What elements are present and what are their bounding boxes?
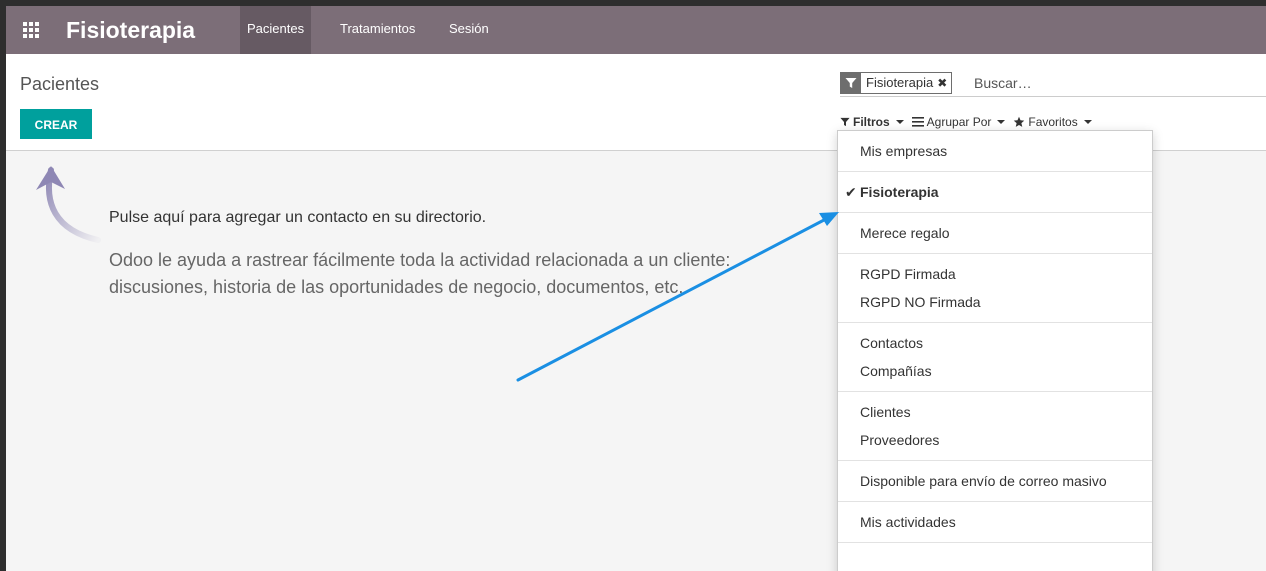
- search-options: Filtros Agrupar Por Favoritos: [840, 115, 1092, 129]
- caret-down-icon: [1083, 120, 1092, 124]
- breadcrumb: Pacientes: [20, 74, 100, 94]
- app-brand[interactable]: Fisioterapia: [66, 14, 195, 46]
- filter-item-contactos[interactable]: Contactos: [838, 329, 1152, 357]
- apps-grid-icon[interactable]: [20, 19, 42, 41]
- help-title: Pulse aquí para agregar un contacto en s…: [109, 209, 487, 226]
- filter-item-correo-masivo[interactable]: Disponible para envío de correo masivo: [838, 467, 1152, 495]
- filter-group: ✔ Fisioterapia: [838, 172, 1152, 213]
- filter-group: Clientes Proveedores: [838, 392, 1152, 461]
- filter-item-rgpd-no-firmada[interactable]: RGPD NO Firmada: [838, 288, 1152, 316]
- caret-down-icon: [895, 120, 904, 124]
- filter-item-mis-actividades[interactable]: Mis actividades: [838, 508, 1152, 536]
- check-icon: ✔: [845, 184, 857, 200]
- search-bar: Fisioterapia ✖: [840, 70, 1266, 97]
- filter-item-rgpd-firmada[interactable]: RGPD Firmada: [838, 260, 1152, 288]
- filter-group: Merece regalo: [838, 213, 1152, 254]
- filter-group: Mis actividades: [838, 502, 1152, 543]
- star-icon: [1014, 116, 1025, 127]
- filter-item-proveedores[interactable]: Proveedores: [838, 426, 1152, 454]
- search-facet-label: Fisioterapia: [866, 75, 934, 90]
- filter-group: Contactos Compañías: [838, 323, 1152, 392]
- top-navbar: Fisioterapia Pacientes Tratamientos Sesi…: [6, 6, 1266, 54]
- menu-item-sesion[interactable]: Sesión: [442, 6, 496, 54]
- favorites-toggle[interactable]: Favoritos: [1013, 115, 1092, 129]
- filter-group: Disponible para envío de correo masivo: [838, 461, 1152, 502]
- filter-item-label: Fisioterapia: [860, 184, 939, 200]
- filter-item-merece-regalo[interactable]: Merece regalo: [838, 219, 1152, 247]
- menu-item-tratamientos[interactable]: Tratamientos: [333, 6, 422, 54]
- filter-item-companias[interactable]: Compañías: [838, 357, 1152, 385]
- filter-icon: [841, 73, 861, 93]
- search-facet: Fisioterapia ✖: [840, 72, 953, 94]
- help-description: Odoo le ayuda a rastrear fácilmente toda…: [109, 250, 731, 297]
- search-input[interactable]: [972, 71, 1256, 95]
- filter-group: RGPD Firmada RGPD NO Firmada: [838, 254, 1152, 323]
- bars-icon: [911, 117, 924, 127]
- filters-dropdown: Mis empresas ✔ Fisioterapia Merece regal…: [837, 130, 1153, 571]
- curved-arrow-up-icon: [36, 166, 101, 243]
- filter-item-fisioterapia[interactable]: ✔ Fisioterapia: [838, 178, 1152, 206]
- favorites-label: Favoritos: [1028, 115, 1078, 129]
- caret-down-icon: [997, 120, 1006, 124]
- filter-icon: [840, 117, 850, 127]
- filter-item-clientes[interactable]: Clientes: [838, 398, 1152, 426]
- filters-toggle[interactable]: Filtros: [840, 115, 904, 129]
- filters-label: Filtros: [853, 115, 890, 129]
- app-window: Fisioterapia Pacientes Tratamientos Sesi…: [6, 6, 1266, 571]
- create-button[interactable]: CREAR: [20, 109, 92, 139]
- facet-remove-icon[interactable]: ✖: [937, 73, 951, 93]
- menu-item-pacientes[interactable]: Pacientes: [240, 6, 312, 54]
- group-by-label: Agrupar Por: [926, 115, 992, 129]
- filter-group: Mis empresas: [838, 131, 1152, 172]
- group-by-toggle[interactable]: Agrupar Por: [911, 115, 1006, 129]
- filter-item-mis-empresas[interactable]: Mis empresas: [838, 137, 1152, 165]
